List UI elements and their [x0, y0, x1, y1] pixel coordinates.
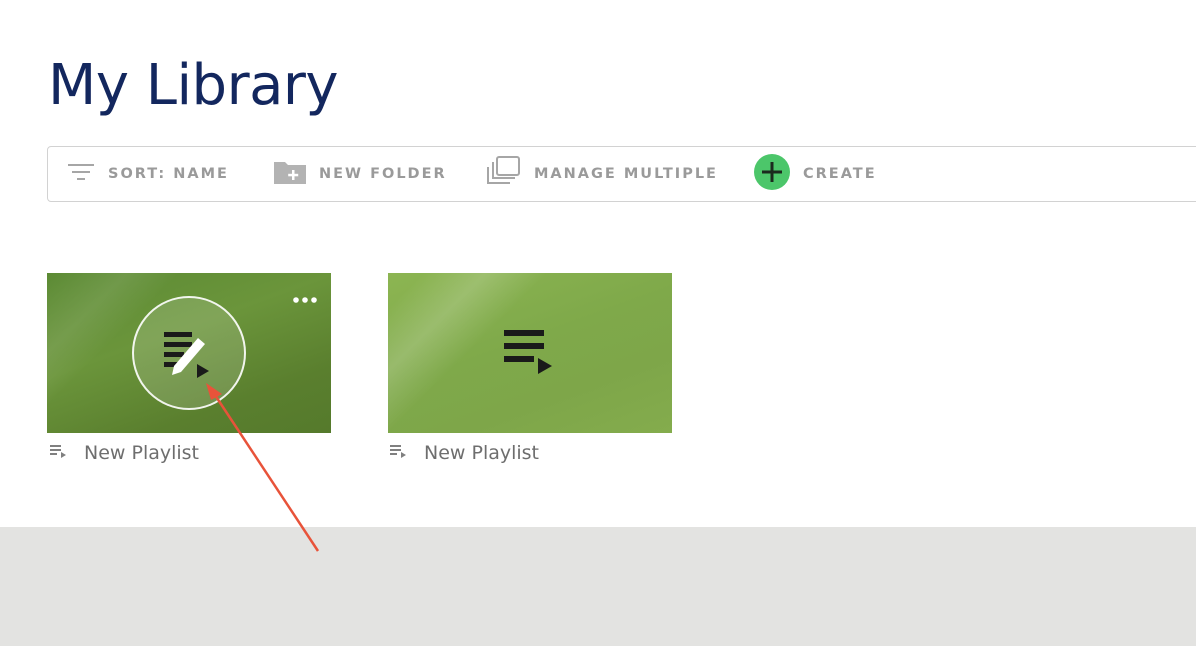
folder-plus-icon: [273, 159, 307, 190]
library-toolbar: SORT: NAME NEW FOLDER MANAGE MULTIPLE CR…: [47, 146, 1196, 202]
page-title: My Library: [48, 53, 339, 118]
new-folder-label: NEW FOLDER: [319, 166, 447, 182]
playlist-icon: [502, 328, 556, 383]
manage-multiple-label: MANAGE MULTIPLE: [534, 166, 718, 182]
create-button[interactable]: CREATE: [753, 147, 877, 201]
new-folder-button[interactable]: NEW FOLDER: [273, 147, 447, 201]
sort-label: SORT: NAME: [108, 166, 229, 182]
more-horizontal-icon[interactable]: [291, 293, 319, 305]
sort-button[interactable]: SORT: NAME: [66, 147, 229, 201]
playlist-tile[interactable]: [47, 273, 331, 433]
manage-multiple-button[interactable]: MANAGE MULTIPLE: [484, 147, 718, 201]
playlist-small-icon: [390, 444, 406, 463]
playlist-caption: New Playlist: [50, 440, 199, 466]
create-label: CREATE: [803, 166, 877, 182]
sort-icon: [66, 160, 96, 189]
edit-playlist-icon: [162, 326, 220, 387]
playlist-name[interactable]: New Playlist: [424, 442, 539, 464]
playlist-tile[interactable]: [388, 273, 672, 433]
multiple-copy-icon: [484, 155, 522, 194]
playlist-small-icon: [50, 444, 66, 463]
plus-circle-icon: [753, 153, 791, 196]
edit-playlist-button[interactable]: [132, 296, 246, 410]
footer-band: [0, 527, 1196, 646]
library-page: My Library SORT: NAME NEW FOLDER MANAGE …: [0, 0, 1196, 646]
playlist-caption: New Playlist: [390, 440, 539, 466]
playlist-name[interactable]: New Playlist: [84, 442, 199, 464]
